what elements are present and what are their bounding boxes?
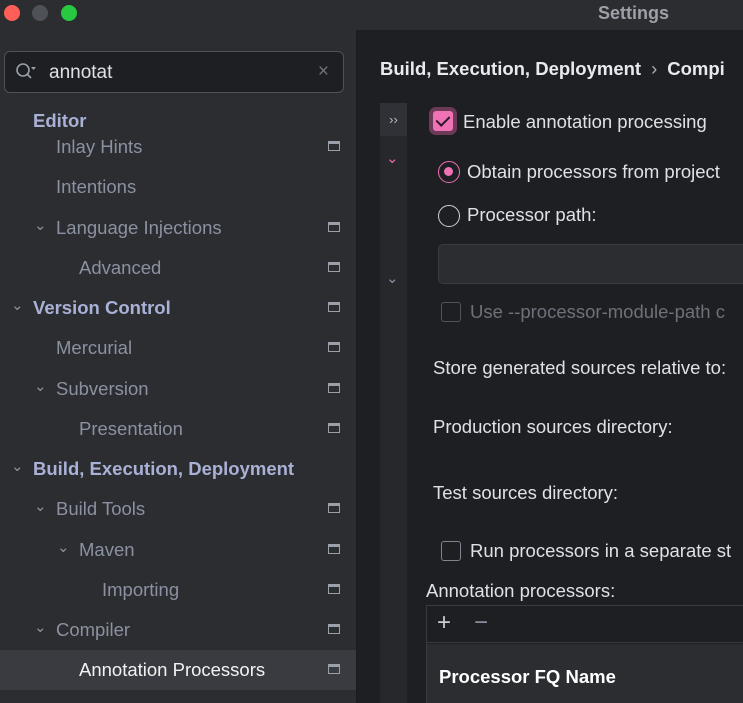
sidebar-item-label: Subversion	[56, 378, 149, 399]
sidebar-item-build-execution-deployment[interactable]: ⌄ Build, Execution, Deployment	[0, 449, 356, 489]
expand-profiles-button[interactable]: ››	[380, 103, 407, 136]
project-level-icon	[328, 383, 340, 393]
sidebar-item-version-control[interactable]: ⌄ Version Control	[0, 288, 356, 328]
chevron-down-icon[interactable]: ⌄	[34, 377, 47, 395]
obtain-from-project-radio[interactable]	[438, 161, 460, 183]
project-level-icon	[328, 222, 340, 232]
project-level-icon	[328, 302, 340, 312]
chevron-down-icon[interactable]: ⌄	[386, 269, 399, 287]
project-level-icon	[328, 503, 340, 513]
table-toolbar: + −	[427, 606, 743, 643]
sidebar-item-label: Compiler	[56, 619, 131, 640]
breadcrumb: Build, Execution, Deployment › Compi	[380, 58, 725, 80]
chevron-down-icon[interactable]: ⌄	[34, 216, 47, 234]
project-level-icon	[328, 624, 340, 634]
sidebar-item-subversion[interactable]: ⌄ Subversion	[0, 369, 356, 409]
sidebar-item-label: Inlay Hints	[56, 136, 143, 157]
sidebar-item-importing[interactable]: Importing	[0, 570, 356, 610]
breadcrumb-separator: ›	[651, 58, 658, 79]
title-bar: Settings	[0, 0, 743, 30]
project-level-icon	[328, 584, 340, 594]
profiles-gutter: ›› ⌄ ⌄	[380, 103, 407, 703]
sidebar-item-inlay-hints[interactable]: Inlay Hints	[0, 127, 356, 167]
chevron-down-icon[interactable]: ⌄	[11, 457, 24, 475]
project-level-icon	[328, 423, 340, 433]
window-title: Settings	[598, 3, 670, 23]
breadcrumb-current: Compi	[667, 58, 725, 79]
breadcrumb-parent[interactable]: Build, Execution, Deployment	[380, 58, 641, 79]
table-header: Processor FQ Name	[427, 644, 743, 703]
processor-module-path-checkbox[interactable]	[441, 302, 461, 322]
project-level-icon	[328, 664, 340, 674]
processor-path-label: Processor path:	[467, 204, 597, 225]
sidebar-item-language-injections[interactable]: ⌄ Language Injections	[0, 208, 356, 248]
sidebar-item-label: Mercurial	[56, 337, 133, 358]
remove-processor-button[interactable]: −	[474, 609, 488, 637]
production-sources-label: Production sources directory:	[433, 416, 673, 437]
sidebar-item-label: Importing	[102, 579, 180, 600]
sidebar-item-annotation-processors[interactable]: Annotation Processors	[0, 650, 356, 690]
project-level-icon	[328, 342, 340, 352]
zoom-window-button[interactable]	[61, 5, 77, 21]
sidebar-item-label: Advanced	[79, 257, 162, 278]
chevron-down-icon[interactable]: ⌄	[34, 618, 47, 636]
sidebar-item-label: Annotation Processors	[79, 659, 266, 680]
processor-module-path-label: Use --processor-module-path c	[470, 301, 725, 322]
processor-path-radio[interactable]	[438, 205, 460, 227]
sidebar-item-label: Version Control	[33, 297, 171, 318]
annotation-processors-table: + − Processor FQ Name	[426, 605, 743, 703]
sidebar-item-label: Presentation	[79, 418, 183, 439]
search-input[interactable]: annotat ×	[4, 51, 344, 93]
project-level-icon	[328, 141, 340, 151]
chevron-down-icon[interactable]: ⌄	[11, 296, 24, 314]
annotation-processors-label: Annotation processors:	[426, 580, 616, 601]
sidebar-item-presentation[interactable]: Presentation	[0, 409, 356, 449]
test-sources-label: Test sources directory:	[433, 482, 619, 503]
run-separate-step-label: Run processors in a separate st	[470, 540, 732, 561]
search-value: annotat	[49, 62, 113, 83]
sidebar-item-compiler[interactable]: ⌄ Compiler	[0, 610, 356, 650]
project-level-icon	[328, 262, 340, 272]
search-icon	[15, 62, 37, 82]
run-separate-step-checkbox[interactable]	[441, 541, 461, 561]
sidebar-item-label: Intentions	[56, 176, 137, 197]
enable-annotation-processing-checkbox[interactable]	[433, 111, 453, 131]
sidebar-item-build-tools[interactable]: ⌄ Build Tools	[0, 489, 356, 529]
add-processor-button[interactable]: +	[437, 609, 451, 637]
store-generated-sources-label: Store generated sources relative to:	[433, 357, 727, 378]
enable-annotation-processing-label: Enable annotation processing	[463, 111, 707, 132]
processor-path-input[interactable]	[438, 244, 743, 284]
settings-sidebar: annotat × Editor Inlay Hints Intentions …	[0, 30, 356, 703]
sidebar-item-maven[interactable]: ⌄ Maven	[0, 530, 356, 570]
clear-search-icon[interactable]: ×	[318, 61, 329, 83]
sidebar-item-label: Language Injections	[56, 217, 222, 238]
sidebar-item-mercurial[interactable]: Mercurial	[0, 328, 356, 368]
chevron-down-icon[interactable]: ⌄	[386, 149, 399, 167]
sidebar-item-label: Build, Execution, Deployment	[33, 458, 295, 479]
sidebar-item-advanced[interactable]: Advanced	[0, 248, 356, 288]
obtain-from-project-label: Obtain processors from project	[467, 161, 720, 182]
minimize-window-button[interactable]	[32, 5, 48, 21]
project-level-icon	[328, 544, 340, 554]
settings-content: Build, Execution, Deployment › Compi ›› ⌄ …	[357, 30, 743, 703]
chevron-down-icon[interactable]: ⌄	[34, 497, 47, 515]
sidebar-item-intentions[interactable]: Intentions	[0, 167, 356, 207]
chevron-down-icon[interactable]: ⌄	[57, 538, 70, 556]
sidebar-item-label: Build Tools	[56, 498, 146, 519]
sidebar-item-label: Maven	[79, 539, 135, 560]
close-window-button[interactable]	[4, 5, 20, 21]
column-header-processor-fq-name[interactable]: Processor FQ Name	[439, 666, 616, 688]
